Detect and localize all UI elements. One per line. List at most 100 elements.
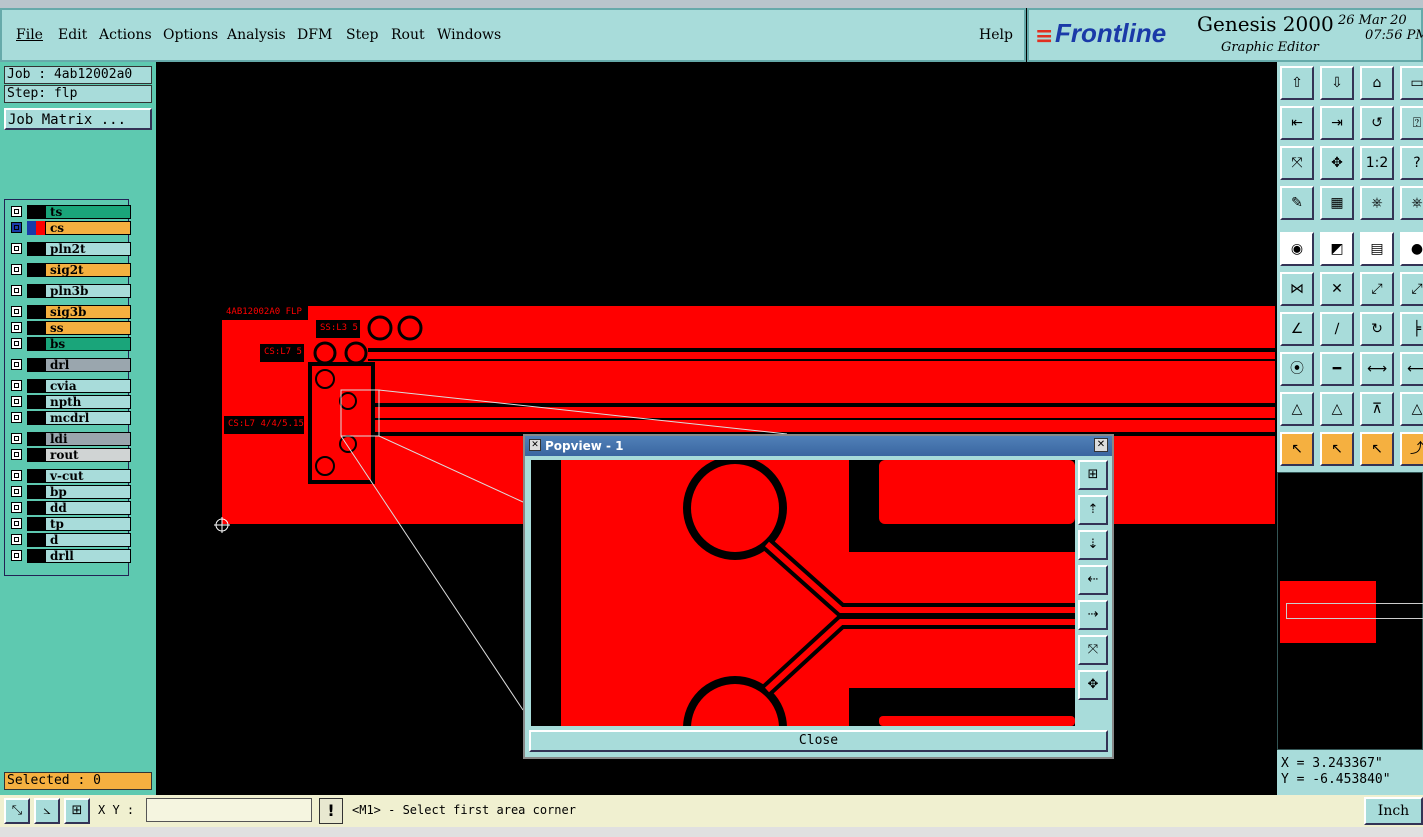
layer-checkbox[interactable]	[11, 285, 22, 296]
popview-canvas[interactable]	[531, 460, 1075, 726]
right-tool-icon[interactable]: ⇥	[1320, 106, 1354, 140]
layer-row-cvia[interactable]: cvia	[9, 379, 131, 393]
layer-row-pln2t[interactable]: pln2t	[9, 242, 131, 256]
layer-checkbox[interactable]	[11, 396, 22, 407]
menu-actions[interactable]: Actions	[99, 27, 152, 43]
popview-menu-icon[interactable]: ✕	[529, 439, 541, 451]
layer-name[interactable]: bp	[45, 485, 131, 499]
overview-map[interactable]	[1277, 472, 1423, 750]
arc-tool-icon[interactable]: ⤢	[1400, 272, 1423, 306]
left-tool-icon[interactable]: ⇤	[1280, 106, 1314, 140]
menu-windows[interactable]: Windows	[437, 27, 501, 43]
popview-pan-down-button[interactable]: ⇣	[1078, 530, 1108, 560]
layer-row-npth[interactable]: npth	[9, 395, 131, 409]
scale-tool-icon[interactable]: 1:2	[1360, 146, 1394, 180]
layer-name[interactable]: ts	[45, 205, 131, 219]
view-tool-icon[interactable]: ▭	[1400, 66, 1423, 100]
connect-tool-icon[interactable]: ⋈	[1280, 272, 1314, 306]
layer-name[interactable]: bs	[45, 337, 131, 351]
layer-row-d[interactable]: d	[9, 533, 131, 547]
angle-tool-icon[interactable]: ∠	[1280, 312, 1314, 346]
help-tool-icon[interactable]: ⍰	[1400, 106, 1423, 140]
query-tool-icon[interactable]: ?	[1400, 146, 1423, 180]
layer-name[interactable]: npth	[45, 395, 131, 409]
snap-mode-icon[interactable]: ⤡	[4, 798, 30, 824]
top-tool-icon[interactable]: ⇧	[1280, 66, 1314, 100]
layer-name[interactable]: cvia	[45, 379, 131, 393]
layer-name[interactable]: sig2t	[45, 263, 131, 277]
layer-name[interactable]: tp	[45, 517, 131, 531]
pad-tool-icon[interactable]: ●	[1400, 232, 1423, 266]
layer-row-ldi[interactable]: ldi	[9, 432, 131, 446]
layer-row-sig3b[interactable]: sig3b	[9, 305, 131, 319]
layer-row-mcdrl[interactable]: mcdrl	[9, 411, 131, 425]
layer-checkbox[interactable]	[11, 502, 22, 513]
menu-analysis[interactable]: Analysis	[227, 27, 286, 43]
layer-row-dd[interactable]: dd	[9, 501, 131, 515]
layer-checkbox[interactable]	[11, 534, 22, 545]
layer-checkbox[interactable]	[11, 433, 22, 444]
menu-step[interactable]: Step	[346, 27, 378, 43]
menu-help[interactable]: Help	[979, 27, 1013, 43]
select-tool-icon[interactable]: ◉	[1280, 232, 1314, 266]
cross-tool-icon[interactable]: ✕	[1320, 272, 1354, 306]
tools-tool-icon[interactable]: ✎	[1280, 186, 1314, 220]
pointer-tool-icon[interactable]: ↖	[1280, 432, 1314, 466]
layer-name[interactable]: drl	[45, 358, 131, 372]
triangle-tool-icon[interactable]: △	[1280, 392, 1314, 426]
popview-pan-left-button[interactable]: ⇠	[1078, 565, 1108, 595]
menu-dfm[interactable]: DFM	[297, 27, 332, 43]
draw-tool-icon[interactable]: ◩	[1320, 232, 1354, 266]
measure-mode-icon[interactable]: ⦣	[34, 798, 60, 824]
layer-row-drll[interactable]: drll	[9, 549, 131, 563]
menu-file[interactable]: File	[16, 27, 43, 43]
layer-row-sig2t[interactable]: sig2t	[9, 263, 131, 277]
job-matrix-button[interactable]: Job Matrix ...	[4, 108, 152, 130]
arch-tool-icon[interactable]: ⊼	[1360, 392, 1394, 426]
undo-tool-icon[interactable]: ↺	[1360, 106, 1394, 140]
layer-checkbox[interactable]	[11, 486, 22, 497]
line-end-tool-icon[interactable]: ⤢	[1360, 272, 1394, 306]
grid-snap-icon[interactable]: ⊞	[64, 798, 90, 824]
slash-tool-icon[interactable]: ∕	[1320, 312, 1354, 346]
layer-row-cs[interactable]: cs	[9, 221, 131, 235]
layer-checkbox[interactable]	[11, 518, 22, 529]
measure-tool-icon[interactable]: ▤	[1360, 232, 1394, 266]
layer-name[interactable]: ss	[45, 321, 131, 335]
layer-checkbox[interactable]	[11, 222, 22, 233]
layer-row-bs[interactable]: bs	[9, 337, 131, 351]
layer-row-v-cut[interactable]: v-cut	[9, 469, 131, 483]
xy-input[interactable]	[146, 798, 312, 822]
layer-row-ts[interactable]: ts	[9, 205, 131, 219]
layer-row-drl[interactable]: drl	[9, 358, 131, 372]
alert-icon[interactable]: !	[319, 798, 343, 824]
layer-checkbox[interactable]	[11, 264, 22, 275]
rotate-tool-icon[interactable]: ↻	[1360, 312, 1394, 346]
width2-tool-icon[interactable]: ⟷	[1400, 352, 1423, 386]
zoom-fit-tool-icon[interactable]: ⤧	[1280, 146, 1314, 180]
layer-name[interactable]: pln3b	[45, 284, 131, 298]
menu-rout[interactable]: Rout	[391, 27, 425, 43]
layer-name[interactable]: cs	[45, 221, 131, 235]
layer-row-bp[interactable]: bp	[9, 485, 131, 499]
popview-pan-up-button[interactable]: ⇡	[1078, 495, 1108, 525]
layer-checkbox[interactable]	[11, 470, 22, 481]
popview-close-button[interactable]: Close	[529, 730, 1108, 752]
layer-name[interactable]: dd	[45, 501, 131, 515]
overview-viewport[interactable]	[1286, 603, 1423, 619]
layer-name[interactable]: drll	[45, 549, 131, 563]
layer-checkbox[interactable]	[11, 412, 22, 423]
pointer3-tool-icon[interactable]: ↖	[1360, 432, 1394, 466]
layer-checkbox[interactable]	[11, 380, 22, 391]
line-tool-icon[interactable]: ━	[1320, 352, 1354, 386]
layer-row-ss[interactable]: ss	[9, 321, 131, 335]
layer-row-pln3b[interactable]: pln3b	[9, 284, 131, 298]
menu-edit[interactable]: Edit	[58, 27, 87, 43]
layer-row-rout[interactable]: rout	[9, 448, 131, 462]
layer-checkbox[interactable]	[11, 338, 22, 349]
snap2-tool-icon[interactable]: ⎈	[1400, 186, 1423, 220]
layer-checkbox[interactable]	[11, 306, 22, 317]
layer-name[interactable]: sig3b	[45, 305, 131, 319]
close-icon[interactable]: ✕	[1094, 438, 1108, 452]
units-button[interactable]: Inch	[1364, 797, 1423, 825]
